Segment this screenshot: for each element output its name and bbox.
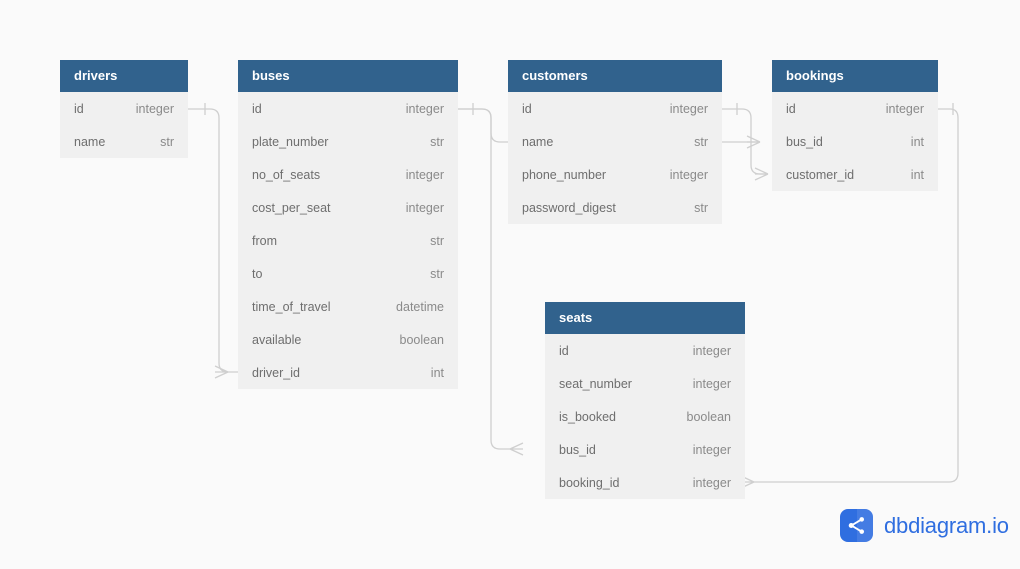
table-drivers[interactable]: drivers id integer name str xyxy=(60,60,188,158)
table-customers[interactable]: customers id integer name str phone_number int… xyxy=(508,60,722,224)
field-type: datetime xyxy=(396,299,444,314)
table-body-buses: id integer plate_number str no_of_seats integ… xyxy=(238,92,458,389)
table-header-buses[interactable]: buses xyxy=(238,60,458,92)
field-type: integer xyxy=(669,167,708,182)
table-body-drivers: id integer name str xyxy=(60,92,188,158)
field-type: str xyxy=(694,134,708,149)
table-header-seats[interactable]: seats xyxy=(545,302,745,334)
field-row[interactable]: to str xyxy=(238,257,458,290)
field-row[interactable]: id integer xyxy=(60,92,188,125)
field-row[interactable]: phone_number integer xyxy=(508,158,722,191)
field-row[interactable]: id integer xyxy=(545,334,745,367)
diagram-canvas[interactable]: drivers id integer name str buses id integer pla… xyxy=(0,0,1020,569)
share-network-icon xyxy=(840,509,873,542)
field-row[interactable]: driver_id int xyxy=(238,356,458,389)
field-type: boolean xyxy=(399,332,445,347)
field-name: available xyxy=(252,332,302,347)
field-row[interactable]: name str xyxy=(60,125,188,158)
field-name: id xyxy=(252,101,262,116)
table-header-customers[interactable]: customers xyxy=(508,60,722,92)
field-row[interactable]: from str xyxy=(238,224,458,257)
field-name: booking_id xyxy=(559,475,620,490)
table-header-bookings[interactable]: bookings xyxy=(772,60,938,92)
field-name: from xyxy=(252,233,277,248)
field-name: phone_number xyxy=(522,167,607,182)
field-type: integer xyxy=(669,101,708,116)
field-row[interactable]: no_of_seats integer xyxy=(238,158,458,191)
field-row[interactable]: seat_number integer xyxy=(545,367,745,400)
table-seats[interactable]: seats id integer seat_number integer is_booke… xyxy=(545,302,745,499)
field-type: integer xyxy=(692,343,731,358)
field-type: boolean xyxy=(686,409,732,424)
field-name: bus_id xyxy=(559,442,596,457)
field-name: id xyxy=(522,101,532,116)
field-name: is_booked xyxy=(559,409,616,424)
field-row[interactable]: name str xyxy=(508,125,722,158)
field-row[interactable]: customer_id int xyxy=(772,158,938,191)
field-row[interactable]: booking_id integer xyxy=(545,466,745,499)
field-type: integer xyxy=(405,167,444,182)
field-name: name xyxy=(522,134,554,149)
dbdiagram-logo[interactable]: dbdiagram.io xyxy=(840,509,1009,542)
field-name: time_of_travel xyxy=(252,299,331,314)
field-row[interactable]: time_of_travel datetime xyxy=(238,290,458,323)
field-type: str xyxy=(430,266,444,281)
field-type: integer xyxy=(405,200,444,215)
field-row[interactable]: bus_id integer xyxy=(545,433,745,466)
field-type: int xyxy=(430,365,444,380)
table-body-seats: id integer seat_number integer is_booked bool… xyxy=(545,334,745,499)
field-row[interactable]: id integer xyxy=(772,92,938,125)
table-buses[interactable]: buses id integer plate_number str no_of_seats… xyxy=(238,60,458,389)
field-type: integer xyxy=(692,475,731,490)
field-type: str xyxy=(430,134,444,149)
field-type: integer xyxy=(405,101,444,116)
field-name: id xyxy=(74,101,84,116)
field-name: id xyxy=(559,343,569,358)
field-name: no_of_seats xyxy=(252,167,321,182)
table-header-drivers[interactable]: drivers xyxy=(60,60,188,92)
field-type: integer xyxy=(692,442,731,457)
field-name: id xyxy=(786,101,796,116)
field-name: cost_per_seat xyxy=(252,200,331,215)
relationship-drivers-buses xyxy=(188,103,238,379)
field-row[interactable]: available boolean xyxy=(238,323,458,356)
field-row[interactable]: id integer xyxy=(238,92,458,125)
field-row[interactable]: bus_id int xyxy=(772,125,938,158)
field-name: name xyxy=(74,134,106,149)
table-body-customers: id integer name str phone_number integer passw… xyxy=(508,92,722,224)
field-row[interactable]: cost_per_seat integer xyxy=(238,191,458,224)
field-name: to xyxy=(252,266,263,281)
table-body-bookings: id integer bus_id int customer_id int xyxy=(772,92,938,191)
field-row[interactable]: password_digest str xyxy=(508,191,722,224)
field-name: driver_id xyxy=(252,365,300,380)
field-type: int xyxy=(910,167,924,182)
field-name: plate_number xyxy=(252,134,329,149)
field-type: integer xyxy=(885,101,924,116)
field-type: integer xyxy=(692,376,731,391)
field-type: int xyxy=(910,134,924,149)
field-name: customer_id xyxy=(786,167,855,182)
field-name: bus_id xyxy=(786,134,823,149)
relationship-customers-bookings xyxy=(722,103,769,181)
field-name: seat_number xyxy=(559,376,632,391)
field-type: str xyxy=(430,233,444,248)
field-row[interactable]: is_booked boolean xyxy=(545,400,745,433)
field-type: integer xyxy=(135,101,174,116)
field-type: str xyxy=(694,200,708,215)
dbdiagram-logo-text: dbdiagram.io xyxy=(884,512,1009,538)
table-bookings[interactable]: bookings id integer bus_id int customer_id int xyxy=(772,60,938,191)
field-row[interactable]: id integer xyxy=(508,92,722,125)
field-type: str xyxy=(160,134,174,149)
field-row[interactable]: plate_number str xyxy=(238,125,458,158)
field-name: password_digest xyxy=(522,200,616,215)
